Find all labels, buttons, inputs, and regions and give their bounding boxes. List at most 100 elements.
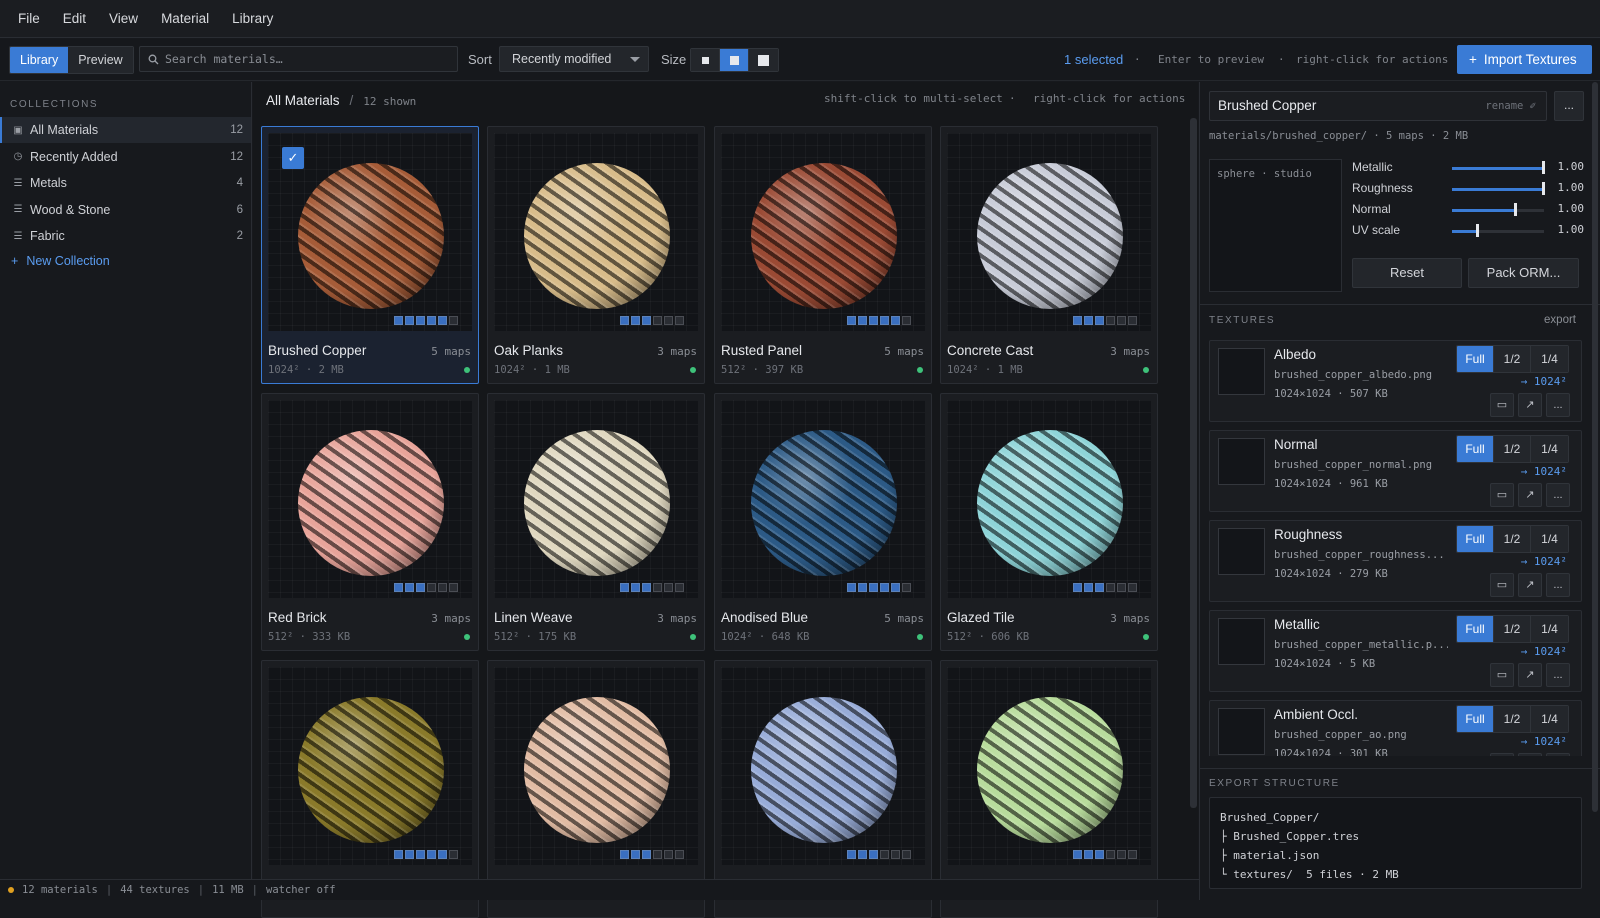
size-large-button[interactable]	[749, 49, 778, 71]
resolution-full-button[interactable]: Full	[1457, 346, 1494, 372]
resolution-full-button[interactable]: Full	[1457, 526, 1494, 552]
checkbox-checked-icon[interactable]: ✓	[282, 147, 304, 169]
more-button[interactable]: ...	[1546, 663, 1570, 687]
resolution-toggle: Full 1/2 1/4	[1456, 525, 1569, 553]
texture-row[interactable]: Normal brushed_copper_normal.png 1024×1024…	[1209, 430, 1582, 512]
resolution-half-button[interactable]: 1/2	[1494, 346, 1531, 372]
resolution-quarter-button[interactable]: 1/4	[1531, 706, 1568, 732]
resolution-half-button[interactable]: 1/2	[1494, 706, 1531, 732]
menu-library[interactable]: Library	[232, 11, 273, 26]
resolution-half-button[interactable]: 1/2	[1494, 616, 1531, 642]
material-meta: 1024² · 648 KB	[721, 631, 810, 643]
sort-select[interactable]: Recently modified	[499, 46, 649, 72]
inspector-scrollbar[interactable]	[1592, 82, 1598, 812]
slider-knob[interactable]	[1542, 161, 1545, 174]
menu-material[interactable]: Material	[161, 11, 209, 26]
clock-icon: ◷	[13, 151, 23, 162]
resolution-full-button[interactable]: Full	[1457, 616, 1494, 642]
map-slot	[869, 850, 878, 859]
pack-orm-button[interactable]: Pack ORM...	[1468, 258, 1579, 288]
material-card[interactable]: Anodised Blue 5 maps 1024² · 648 KB	[714, 393, 932, 651]
resolution-half-button[interactable]: 1/2	[1494, 436, 1531, 462]
maps-indicator	[1071, 850, 1137, 859]
material-sphere	[524, 430, 670, 576]
resolution-quarter-button[interactable]: 1/4	[1531, 526, 1568, 552]
slider-value: 1.00	[1557, 202, 1585, 215]
slider-metallic[interactable]: Metallic 1.00	[1352, 158, 1592, 178]
sidebar-item-all-materials[interactable]: ▣ All Materials 12	[0, 117, 251, 143]
tab-preview[interactable]: Preview	[68, 47, 133, 73]
material-preview[interactable]: sphere · studio	[1209, 159, 1342, 292]
external-link-icon[interactable]: ↗	[1518, 483, 1542, 507]
material-thumbnail: ✓	[268, 133, 472, 331]
folder-icon[interactable]: ▭	[1490, 753, 1514, 756]
search-placeholder: Search materials…	[165, 52, 283, 66]
menu-view[interactable]: View	[109, 11, 138, 26]
slider-knob[interactable]	[1475, 224, 1479, 237]
external-link-icon[interactable]: ↗	[1518, 663, 1542, 687]
resolution-half-button[interactable]: 1/2	[1494, 526, 1531, 552]
more-button[interactable]: ...	[1546, 393, 1570, 417]
inspector-panel: Brushed Copper rename ✐ ... materials/bru…	[1199, 82, 1600, 900]
folder-icon[interactable]: ▭	[1490, 483, 1514, 507]
material-thumbnail	[721, 667, 925, 865]
resolution-full-button[interactable]: Full	[1457, 706, 1494, 732]
new-collection-button[interactable]: + New Collection	[11, 254, 110, 268]
texture-row[interactable]: Metallic brushed_copper_metallic.p... 1024…	[1209, 610, 1582, 692]
tab-library[interactable]: Library	[10, 47, 69, 73]
texture-row[interactable]: Roughness brushed_copper_roughness... 1024…	[1209, 520, 1582, 602]
folder-icon[interactable]: ▭	[1490, 393, 1514, 417]
slider-roughness[interactable]: Roughness 1.00	[1352, 179, 1592, 199]
menu-bar: File Edit View Material Library	[0, 0, 1600, 38]
material-card[interactable]: Glazed Tile 3 maps 512² · 606 KB	[940, 393, 1158, 651]
map-slot	[858, 850, 867, 859]
slider-uv-scale[interactable]: UV scale 1.00	[1352, 221, 1592, 241]
hint-preview: Enter to preview	[1158, 53, 1264, 66]
more-button[interactable]: ...	[1546, 753, 1570, 756]
size-small-button[interactable]	[691, 49, 720, 71]
more-button[interactable]: ...	[1546, 573, 1570, 597]
grid-scrollbar[interactable]	[1190, 118, 1197, 808]
more-button[interactable]: ...	[1546, 483, 1570, 507]
external-link-icon[interactable]: ↗	[1518, 393, 1542, 417]
menu-edit[interactable]: Edit	[63, 11, 86, 26]
resolution-quarter-button[interactable]: 1/4	[1531, 616, 1568, 642]
texture-row[interactable]: Albedo brushed_copper_albedo.png 1024×1024…	[1209, 340, 1582, 422]
slider-normal[interactable]: Normal 1.00	[1352, 200, 1592, 220]
import-textures-button[interactable]: + Import Textures	[1457, 45, 1592, 74]
size-medium-button[interactable]	[720, 49, 749, 71]
menu-file[interactable]: File	[18, 11, 40, 26]
sidebar-item-wood-stone[interactable]: ☰ Wood & Stone 6	[0, 197, 251, 223]
material-maps-count: 3 maps	[1110, 612, 1150, 625]
slider-knob[interactable]	[1514, 203, 1518, 216]
search-input[interactable]: Search materials…	[139, 46, 458, 72]
material-sphere	[524, 163, 670, 309]
material-card[interactable]: Rusted Panel 5 maps 512² · 397 KB	[714, 126, 932, 384]
folder-icon[interactable]: ▭	[1490, 573, 1514, 597]
folder-icon[interactable]: ▭	[1490, 663, 1514, 687]
more-button[interactable]: ...	[1554, 91, 1584, 121]
large-square-icon	[758, 54, 769, 66]
sidebar-item-recently-added[interactable]: ◷ Recently Added 12	[0, 144, 251, 170]
material-sphere	[298, 430, 444, 576]
sidebar-item-fabric[interactable]: ☰ Fabric 2	[0, 223, 251, 249]
reset-button[interactable]: Reset	[1352, 258, 1462, 288]
external-link-icon[interactable]: ↗	[1518, 753, 1542, 756]
texture-target-size: → 1024²	[1520, 465, 1567, 478]
material-meta: 512² · 175 KB	[494, 631, 577, 643]
slider-knob[interactable]	[1542, 182, 1545, 195]
sidebar-item-metals[interactable]: ☰ Metals 4	[0, 170, 251, 196]
material-name-field[interactable]: Brushed Copper rename ✐	[1209, 91, 1547, 121]
material-card[interactable]: Concrete Cast 3 maps 1024² · 1 MB	[940, 126, 1158, 384]
export-link[interactable]: export	[1544, 314, 1576, 326]
resolution-quarter-button[interactable]: 1/4	[1531, 346, 1568, 372]
resolution-quarter-button[interactable]: 1/4	[1531, 436, 1568, 462]
material-thumbnail	[494, 133, 698, 331]
material-card[interactable]: Oak Planks 3 maps 1024² · 1 MB	[487, 126, 705, 384]
material-card[interactable]: Linen Weave 3 maps 512² · 175 KB	[487, 393, 705, 651]
material-card[interactable]: ✓ Brushed Copper 5 maps 1024² · 2 MB	[261, 126, 479, 384]
material-card[interactable]: Red Brick 3 maps 512² · 333 KB	[261, 393, 479, 651]
resolution-full-button[interactable]: Full	[1457, 436, 1494, 462]
external-link-icon[interactable]: ↗	[1518, 573, 1542, 597]
texture-row[interactable]: Ambient Occl. brushed_copper_ao.png 1024×1…	[1209, 700, 1582, 756]
